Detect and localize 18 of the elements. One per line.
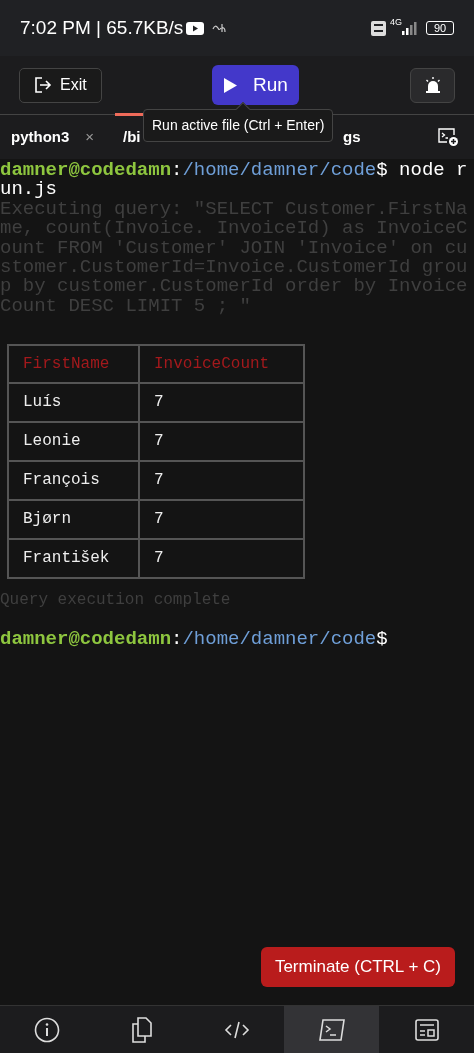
table-cell: Leonie xyxy=(8,422,139,462)
network-label: 4G xyxy=(390,16,402,29)
prompt-line: damner@codedamn:/home/damner/code$ node run.js xyxy=(0,161,469,200)
tooltip: Run active file (Ctrl + Enter) xyxy=(143,109,334,142)
column-header: InvoiceCount xyxy=(139,345,304,384)
table-cell: 7 xyxy=(139,539,304,579)
table-cell: František xyxy=(8,539,139,579)
battery-indicator: 90 xyxy=(426,21,454,35)
table-cell: 7 xyxy=(139,500,304,540)
table-cell: Luís xyxy=(8,383,139,423)
table-cell: 7 xyxy=(139,422,304,462)
status-time: 7:02 PM | 65.7KB/s xyxy=(20,15,184,40)
column-header: FirstName xyxy=(8,345,139,384)
table-cell: 7 xyxy=(139,383,304,423)
table-cell: François xyxy=(8,461,139,501)
table-cell: Bjørn xyxy=(8,500,139,540)
prompt-line: damner@codedamn:/home/damner/code$ xyxy=(0,629,389,650)
table-cell: 7 xyxy=(139,461,304,501)
